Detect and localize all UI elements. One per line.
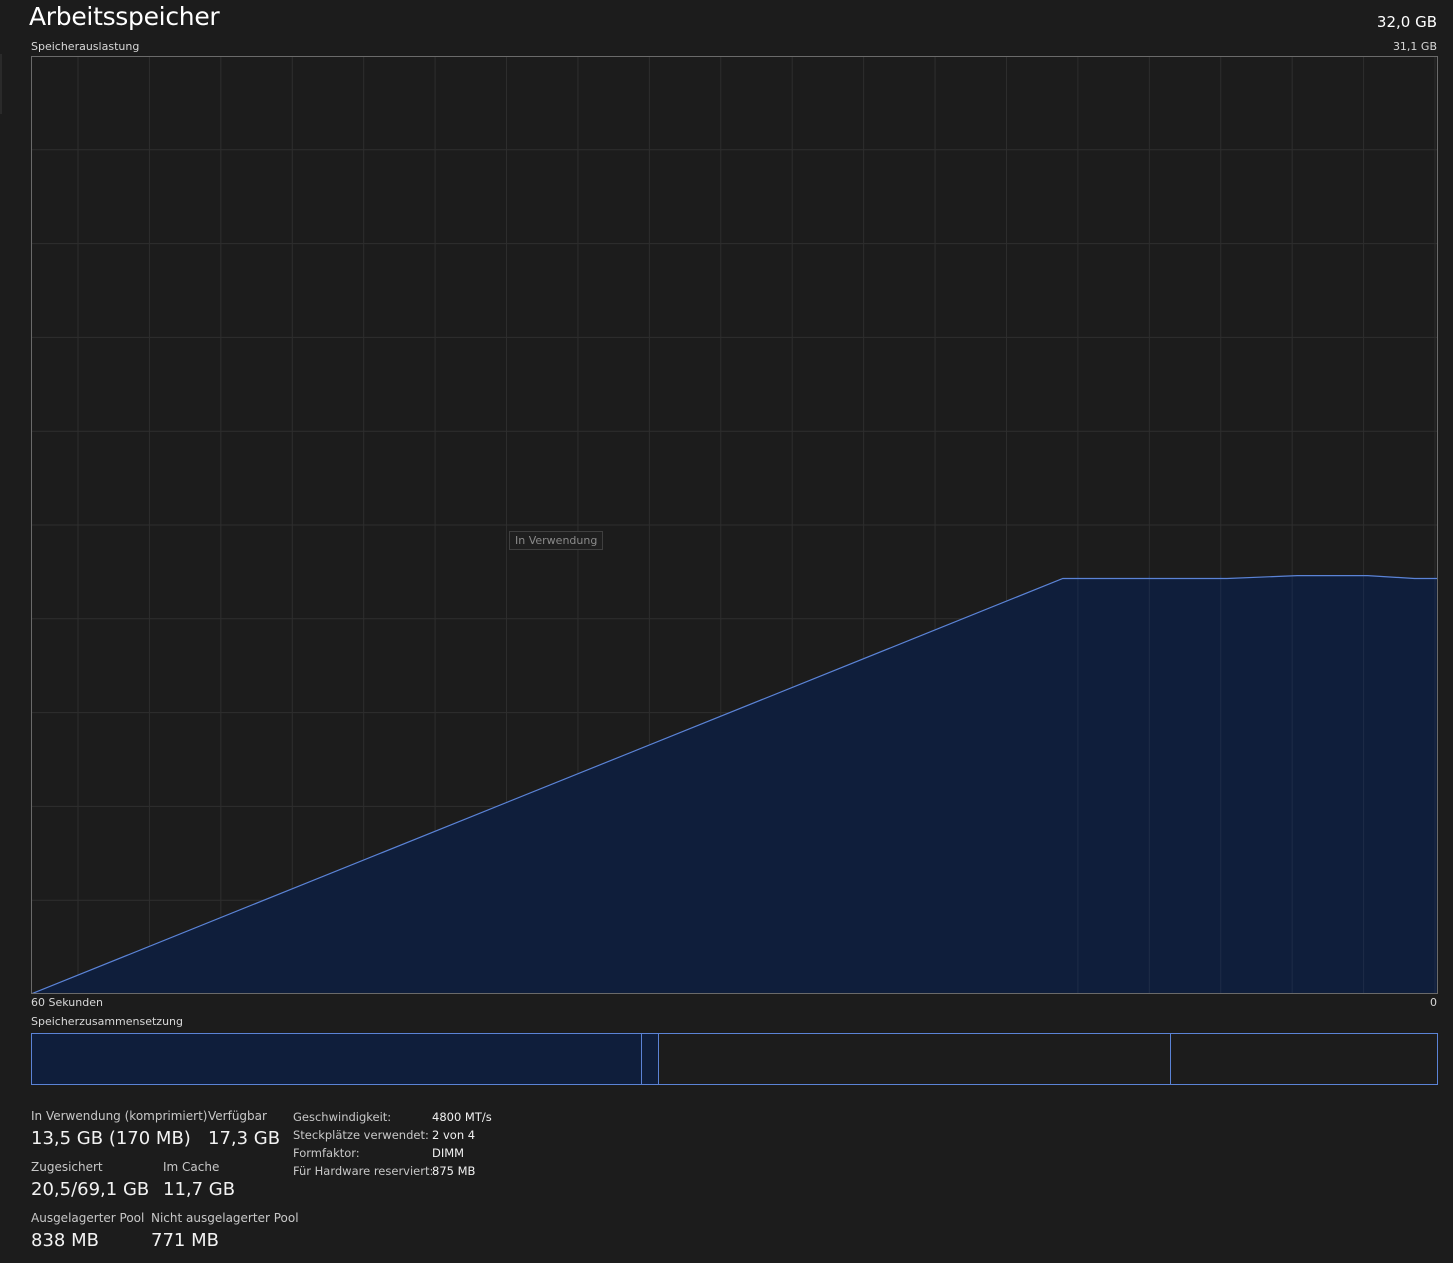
usage-graph-label: Speicherauslastung <box>31 40 140 53</box>
composition-label: Speicherzusammensetzung <box>31 1015 183 1028</box>
panel-edge <box>0 54 2 114</box>
composition-segment-modified[interactable] <box>641 1034 659 1084</box>
available-value: 17,3 GB <box>208 1128 281 1149</box>
spec-value-slots: 2 von 4 <box>432 1128 476 1142</box>
spec-label-speed: Geschwindigkeit: <box>293 1110 392 1124</box>
memory-performance-panel: Arbeitsspeicher 32,0 GB Speicherauslastu… <box>0 0 1453 1263</box>
available-label: Verfügbar <box>208 1109 267 1123</box>
in-use-label: In Verwendung (komprimiert) <box>31 1109 208 1123</box>
spec-label-hardware-reserved: Für Hardware reserviert: <box>293 1164 434 1178</box>
spec-label-form-factor: Formfaktor: <box>293 1146 360 1160</box>
cached-label: Im Cache <box>163 1160 220 1174</box>
composition-segment-standby[interactable] <box>659 1034 1172 1084</box>
spec-value-hardware-reserved: 875 MB <box>432 1164 476 1178</box>
page-title: Arbeitsspeicher <box>29 2 220 31</box>
graph-time-start: 60 Sekunden <box>31 996 103 1009</box>
graph-time-end: 0 <box>1430 996 1437 1009</box>
paged-pool-label: Ausgelagerter Pool <box>31 1211 145 1225</box>
composition-segment-free[interactable] <box>1171 1034 1437 1084</box>
cached-value: 11,7 GB <box>163 1179 236 1200</box>
paged-pool-value: 838 MB <box>31 1230 99 1251</box>
memory-usage-graph[interactable] <box>31 56 1438 994</box>
usage-graph-max: 31,1 GB <box>1392 40 1437 53</box>
graph-tooltip: In Verwendung <box>509 531 604 550</box>
nonpaged-pool-value: 771 MB <box>151 1230 219 1251</box>
spec-value-speed: 4800 MT/s <box>432 1110 492 1124</box>
spec-label-slots: Steckplätze verwendet: <box>293 1128 429 1142</box>
nonpaged-pool-label: Nicht ausgelagerter Pool <box>151 1211 299 1225</box>
spec-value-form-factor: DIMM <box>432 1146 465 1160</box>
memory-composition-bar[interactable] <box>31 1033 1438 1085</box>
committed-label: Zugesichert <box>31 1160 103 1174</box>
total-memory: 32,0 GB <box>1376 13 1437 31</box>
composition-segment-in-use[interactable] <box>32 1034 642 1084</box>
in-use-value: 13,5 GB (170 MB) <box>31 1128 191 1149</box>
committed-value: 20,5/69,1 GB <box>31 1179 150 1200</box>
